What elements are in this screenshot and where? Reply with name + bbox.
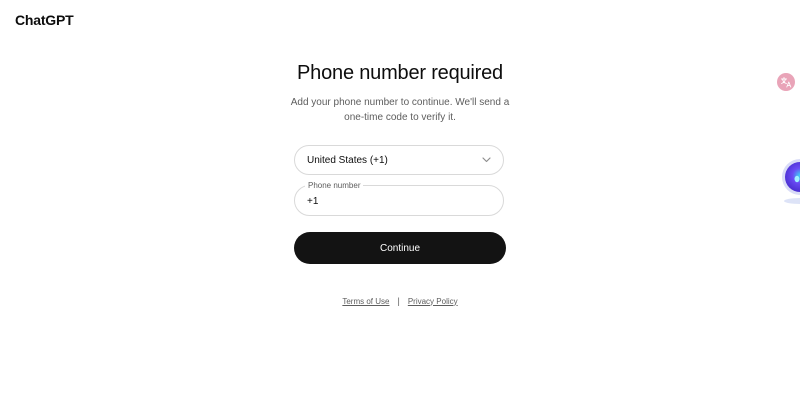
brand-logo[interactable]: ChatGPT bbox=[15, 12, 74, 28]
country-select[interactable]: United States (+1) bbox=[294, 145, 504, 175]
footer-links: Terms of Use | Privacy Policy bbox=[0, 296, 800, 306]
privacy-policy-link[interactable]: Privacy Policy bbox=[408, 297, 458, 306]
page-subtitle: Add your phone number to continue. We'll… bbox=[290, 97, 510, 123]
translate-icon[interactable] bbox=[777, 73, 795, 91]
country-select-value: United States (+1) bbox=[307, 154, 388, 166]
phone-verification-page: ChatGPT Phone number required Add your p… bbox=[0, 0, 800, 415]
phone-number-label: Phone number bbox=[305, 180, 364, 191]
chevron-down-icon bbox=[481, 155, 491, 165]
footer-separator: | bbox=[397, 296, 400, 306]
phone-number-input[interactable] bbox=[307, 194, 487, 208]
continue-button[interactable]: Continue bbox=[294, 232, 506, 264]
terms-of-use-link[interactable]: Terms of Use bbox=[342, 297, 389, 306]
phone-number-field[interactable]: Phone number bbox=[294, 180, 504, 216]
assistant-orb-icon[interactable] bbox=[780, 155, 800, 205]
page-title: Phone number required bbox=[297, 62, 503, 84]
